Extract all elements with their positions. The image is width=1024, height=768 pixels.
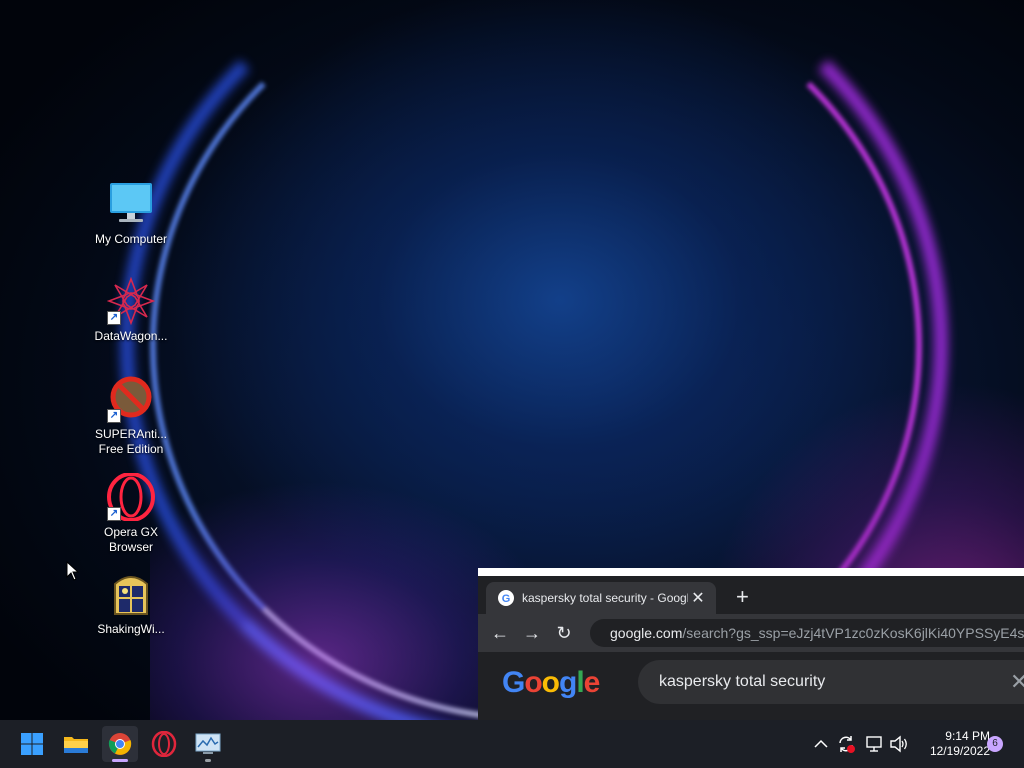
clock-date: 12/19/2022 [929, 744, 990, 758]
start-button[interactable] [14, 726, 50, 762]
chevron-up-icon [814, 739, 828, 748]
active-app-indicator [112, 759, 128, 762]
shortcut-arrow-icon: ↗ [107, 311, 121, 325]
computer-icon [107, 180, 155, 228]
sync-icon [839, 736, 855, 753]
desktop-icon-label: ShakingWi... [97, 622, 165, 636]
reload-icon[interactable]: ↻ [548, 623, 580, 644]
svg-text:G: G [502, 593, 511, 605]
desktop-icon-label: DataWagon... [94, 329, 168, 343]
tray-network[interactable] [864, 720, 886, 768]
network-icon [866, 736, 882, 752]
desktop-icon-my-computer[interactable]: My Computer [86, 180, 176, 247]
forward-arrow-icon[interactable]: → [516, 623, 548, 644]
chrome-icon [108, 733, 132, 755]
superantispyware-icon: ↗ [107, 375, 155, 423]
taskbar-file-explorer[interactable] [58, 726, 94, 762]
chrome-window[interactable]: G kaspersky total security - Google ✕ + … [478, 568, 1024, 720]
google-search-box[interactable]: kaspersky total security ✕ [638, 660, 1024, 704]
desktop-icon-label: My Computer [94, 232, 168, 246]
running-app-indicator [205, 759, 211, 762]
desktop-icon-superantispyware[interactable]: ↗ SUPERAnti... Free Edition [86, 375, 176, 457]
desktop-icon-label-line2: Browser [108, 540, 153, 554]
desktop-icon-datawagon[interactable]: ↗ DataWagon... [86, 276, 176, 344]
url-host: google.com [610, 625, 683, 641]
taskbar-resource-monitor[interactable] [190, 726, 226, 762]
taskbar-opera[interactable] [146, 726, 182, 762]
desktop-icon-label-line2: Free Edition [98, 442, 164, 456]
google-doodle-logo[interactable]: Google [502, 666, 600, 700]
url-path: /search?gs_ssp=eJzj4tVP1zc0zKosK6jlKi40Y… [682, 625, 1024, 641]
clear-search-icon[interactable]: ✕ [1010, 669, 1024, 695]
tab-title: kaspersky total security - Google [522, 591, 688, 605]
desktop-icon-label-line1: SUPERAnti... [94, 427, 168, 441]
shaking-window-icon [107, 570, 155, 618]
desktop-icon-shaking-window[interactable]: ShakingWi... [86, 570, 176, 637]
monitor-icon [195, 733, 221, 754]
shortcut-arrow-icon: ↗ [107, 507, 121, 521]
window-top-edge [478, 568, 1024, 576]
browser-toolbar: ← → ↻ google.com/search?gs_ssp=eJzj4tVP1… [478, 614, 1024, 652]
datawagon-icon: ↗ [106, 276, 156, 326]
tab-close-icon[interactable]: ✕ [688, 588, 708, 608]
tray-sync-app[interactable] [836, 720, 858, 768]
back-arrow-icon[interactable]: ← [484, 623, 516, 644]
tray-volume[interactable] [889, 720, 911, 768]
show-hidden-icons-button[interactable] [814, 720, 832, 768]
opera-gx-icon: ↗ [107, 472, 155, 522]
taskbar-chrome[interactable] [102, 726, 138, 762]
google-favicon-icon: G [498, 590, 514, 606]
desktop-icon-opera-gx[interactable]: ↗ Opera GX Browser [86, 472, 176, 555]
taskbar-clock[interactable]: 9:14 PM 12/19/2022 [916, 729, 990, 759]
address-bar[interactable]: google.com/search?gs_ssp=eJzj4tVP1zc0zKo… [590, 619, 1024, 647]
search-query: kaspersky total security [659, 673, 826, 690]
taskbar: 9:14 PM 12/19/2022 [0, 720, 1024, 768]
shortcut-arrow-icon: ↗ [107, 409, 121, 423]
tab-bar: G kaspersky total security - Google ✕ + [478, 576, 1024, 614]
notification-badge[interactable]: 6 [987, 736, 1003, 752]
windows-icon [21, 733, 43, 755]
speaker-icon [890, 735, 907, 753]
mouse-cursor-icon [66, 560, 80, 586]
tab-google-search[interactable]: G kaspersky total security - Google ✕ [486, 582, 716, 614]
clock-time: 9:14 PM [945, 729, 990, 743]
page-content: Google kaspersky total security ✕ [478, 652, 1024, 720]
desktop-icon-label-line1: Opera GX [103, 525, 159, 539]
new-tab-button[interactable]: + [736, 584, 749, 610]
opera-icon [151, 731, 177, 757]
folder-icon [64, 737, 88, 753]
